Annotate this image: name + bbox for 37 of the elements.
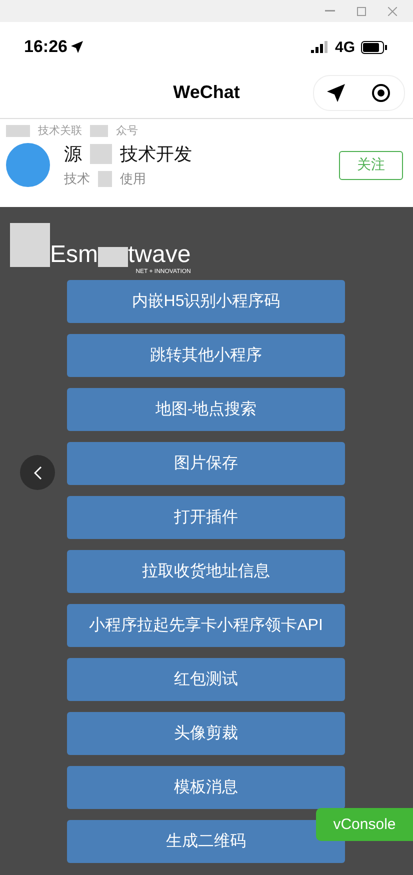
chevron-left-icon	[34, 466, 42, 480]
follow-button[interactable]: 关注	[339, 150, 403, 180]
menu-button[interactable]: 小程序拉起先享卡小程序领卡API	[67, 604, 345, 647]
account-label: 技术关联	[38, 124, 82, 138]
location-arrow-icon[interactable]	[327, 84, 345, 102]
menu-button[interactable]: 打开插件	[67, 496, 345, 539]
status-time: 16:26	[24, 37, 84, 57]
battery-icon	[361, 40, 387, 54]
nav-title: WeChat	[173, 82, 240, 102]
account-name: 源	[64, 143, 82, 166]
back-button[interactable]	[20, 455, 55, 490]
signal-icon	[310, 41, 329, 53]
account-description: 使用	[120, 170, 146, 188]
mosaic	[90, 124, 108, 136]
mosaic	[90, 144, 112, 164]
location-arrow-icon	[71, 41, 84, 53]
logo-text: Esm	[50, 243, 98, 267]
network-label: 4G	[334, 38, 355, 56]
account-name: 技术开发	[120, 143, 192, 166]
menu-button[interactable]: 红包测试	[67, 658, 345, 701]
menu-button[interactable]: 地图-地点搜索	[67, 388, 345, 431]
mosaic	[6, 124, 30, 136]
menu-button[interactable]: 拉取收货地址信息	[67, 550, 345, 593]
menu-button[interactable]: 图片保存	[67, 442, 345, 485]
menu-button[interactable]: 跳转其他小程序	[67, 334, 345, 377]
account-description: 技术	[64, 170, 90, 188]
record-icon[interactable]	[371, 83, 391, 103]
menu-button[interactable]: 模板消息	[67, 766, 345, 809]
mosaic	[10, 223, 50, 267]
mosaic	[98, 247, 128, 267]
account-label: 众号	[116, 124, 138, 138]
mosaic	[98, 171, 112, 187]
avatar	[6, 143, 50, 187]
menu-button[interactable]: 内嵌H5识别小程序码	[67, 280, 345, 323]
logo-text: twave	[128, 243, 191, 267]
menu-button[interactable]: 头像剪裁	[67, 712, 345, 755]
vconsole-button[interactable]: vConsole	[316, 808, 413, 841]
